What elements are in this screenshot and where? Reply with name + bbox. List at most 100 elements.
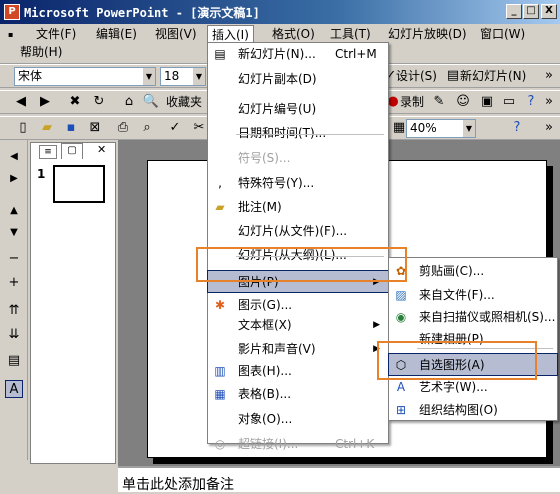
cut-icon[interactable]: ✂	[190, 119, 208, 137]
menu-item-label: 图表(H)...	[238, 364, 292, 378]
picture-submenu-item[interactable]: ✿ 剪贴画(C)...	[389, 260, 557, 283]
insert-menu-item[interactable]: 对象(O)...	[208, 408, 388, 431]
picture-submenu: ✿ 剪贴画(C)... ▨ 来自文件(F)... ◉ 来自扫描仪或照相机(S)... 新建相…	[388, 257, 558, 421]
folder-icon: ▰	[215, 200, 225, 214]
close-button[interactable]: X	[541, 4, 557, 19]
picture-submenu-item[interactable]: ⊞ 组织结构图(O)	[389, 399, 557, 422]
window-title: Microsoft PowerPoint - [演示文稿1]	[24, 6, 260, 20]
toolbar-options-icon[interactable]: »	[540, 67, 558, 85]
menu-tools[interactable]: 工具(T)	[326, 25, 375, 43]
insert-menu-item[interactable]: ▦ 表格(B)...	[208, 383, 388, 406]
menu-item-label: 影片和声音(V)	[238, 342, 316, 356]
powerpoint-app-icon[interactable]: P	[4, 4, 20, 20]
zoom-select[interactable]: 40% ▼	[406, 119, 476, 138]
menu-doc-icon[interactable]: ▪	[4, 26, 17, 44]
restore-button[interactable]: □	[523, 4, 539, 19]
print-icon[interactable]: ⎙	[114, 119, 132, 137]
monitor-icon[interactable]: ▭	[500, 93, 518, 111]
insert-menu-item[interactable]: 幻灯片编号(U)	[208, 98, 388, 121]
picture-submenu-item[interactable]: ◉ 来自扫描仪或照相机(S)...	[389, 306, 557, 329]
notes-pane[interactable]: 单击此处添加备注	[118, 466, 560, 493]
insert-menu-item[interactable]: ▤ 新幻灯片(N)... Ctrl+M	[208, 43, 388, 66]
font-size-select[interactable]: 18 ▼	[160, 67, 206, 86]
outline-tab[interactable]: ≡	[39, 145, 57, 159]
insert-menu-item[interactable]: 幻灯片(从文件)(F)...	[208, 220, 388, 243]
save-icon[interactable]: ▪	[62, 119, 80, 137]
favorites-button[interactable]: 收藏夹	[166, 93, 202, 111]
insert-menu-item[interactable]: 文本框(X) ▶	[208, 314, 388, 337]
insert-menu: ▤ 新幻灯片(N)... Ctrl+M 幻灯片副本(D) 幻灯片编号(U) 日期和时间(T…	[207, 42, 389, 451]
insert-menu-item[interactable]: ▥ 图表(H)...	[208, 360, 388, 383]
menu-item-label: 剪贴画(C)...	[419, 264, 485, 278]
meeting-icon[interactable]: ▣	[478, 93, 496, 111]
insert-menu-item[interactable]: 影片和声音(V) ▶	[208, 338, 388, 361]
slides-pane: ≡ ▢ ✕ 1	[30, 142, 116, 464]
menu-slideshow[interactable]: 幻灯片放映(D)	[384, 25, 471, 43]
permission-icon[interactable]: ⊠	[86, 119, 104, 137]
slide-number: 1	[37, 167, 46, 181]
menu-item-shortcut: Ctrl+M	[335, 47, 377, 61]
search-icon[interactable]: 🔍	[142, 93, 160, 111]
move-down-icon[interactable]: ▼	[5, 224, 23, 242]
minimize-button[interactable]: _	[506, 4, 522, 19]
help-icon[interactable]: ?	[522, 93, 540, 111]
expand-all-icon[interactable]: ⇊	[5, 326, 23, 344]
open-folder-icon[interactable]: ▰	[38, 119, 56, 137]
new-slide-button[interactable]: 新幻灯片(N)	[460, 67, 526, 85]
menu-help[interactable]: 帮助(H)	[16, 43, 66, 61]
insert-menu-item[interactable]: 幻灯片副本(D)	[208, 68, 388, 91]
menu-item-label: 幻灯片编号(U)	[238, 102, 317, 116]
callout-picture	[196, 247, 407, 282]
design-button[interactable]: 设计(S)	[396, 67, 437, 85]
help-icon[interactable]: ?	[508, 119, 526, 137]
insert-menu-item[interactable]: ▰ 批注(M)	[208, 196, 388, 219]
expand-icon[interactable]: +	[5, 274, 23, 292]
chevron-down-icon[interactable]: ▼	[193, 68, 205, 85]
print-preview-icon[interactable]: ⌕	[138, 119, 156, 137]
slides-tab[interactable]: ▢	[61, 143, 83, 159]
summary-slide-icon[interactable]: ▤	[5, 352, 23, 370]
menu-item-label: 批注(M)	[238, 200, 282, 214]
forward-icon[interactable]: ▶	[36, 93, 54, 111]
chevron-down-icon[interactable]: ▼	[143, 68, 155, 85]
slide-thumbnail[interactable]	[53, 165, 105, 203]
show-formatting-icon[interactable]: A	[5, 380, 23, 398]
chevron-down-icon[interactable]: ▼	[463, 120, 475, 137]
zoom-value: 40%	[410, 121, 437, 135]
stop-icon[interactable]: ✖	[66, 93, 84, 111]
chart-icon: ▥	[214, 364, 226, 378]
diagram-icon: ✱	[214, 298, 226, 312]
menu-item-label: 组织结构图(O)	[419, 403, 498, 417]
demote-icon[interactable]: ▶	[5, 170, 23, 188]
menu-edit[interactable]: 编辑(E)	[92, 25, 141, 43]
font-size-value: 18	[164, 69, 180, 83]
comma-icon: ,	[218, 176, 222, 190]
new-document-icon[interactable]: ▯	[14, 119, 32, 137]
collapse-icon[interactable]: −	[5, 250, 23, 268]
toolbar-options-icon[interactable]: »	[540, 119, 558, 137]
collapse-all-icon[interactable]: ⇈	[5, 302, 23, 320]
menu-format[interactable]: 格式(O)	[268, 25, 319, 43]
font-name-select[interactable]: 宋体 ▼	[14, 67, 156, 86]
insert-menu-item: ◎ 超链接(I)... Ctrl+K	[208, 433, 388, 456]
submenu-arrow-icon: ▶	[373, 320, 380, 330]
insert-menu-item[interactable]: , 特殊符号(Y)...	[208, 172, 388, 195]
menu-item-label: 表格(B)...	[238, 387, 292, 401]
callout-autoshape	[377, 341, 537, 380]
menu-window[interactable]: 窗口(W)	[476, 25, 529, 43]
spelling-icon[interactable]: ✓	[166, 119, 184, 137]
menu-view[interactable]: 视图(V)	[151, 25, 201, 43]
menu-file[interactable]: 文件(F)	[32, 25, 80, 43]
record-button[interactable]: 录制	[400, 93, 424, 111]
move-up-icon[interactable]: ▲	[5, 202, 23, 220]
picture-submenu-item[interactable]: ▨ 来自文件(F)...	[389, 284, 557, 307]
close-pane-icon[interactable]: ✕	[97, 143, 106, 156]
home-icon[interactable]: ⌂	[120, 93, 138, 111]
back-icon[interactable]: ◀	[12, 93, 30, 111]
promote-icon[interactable]: ◀	[5, 148, 23, 166]
pen-icon[interactable]: ✎	[430, 93, 448, 111]
person-icon[interactable]: ☺	[454, 93, 472, 111]
toolbar-options-icon[interactable]: »	[540, 93, 558, 111]
refresh-icon[interactable]: ↻	[90, 93, 108, 111]
scanner-icon: ◉	[395, 310, 407, 324]
